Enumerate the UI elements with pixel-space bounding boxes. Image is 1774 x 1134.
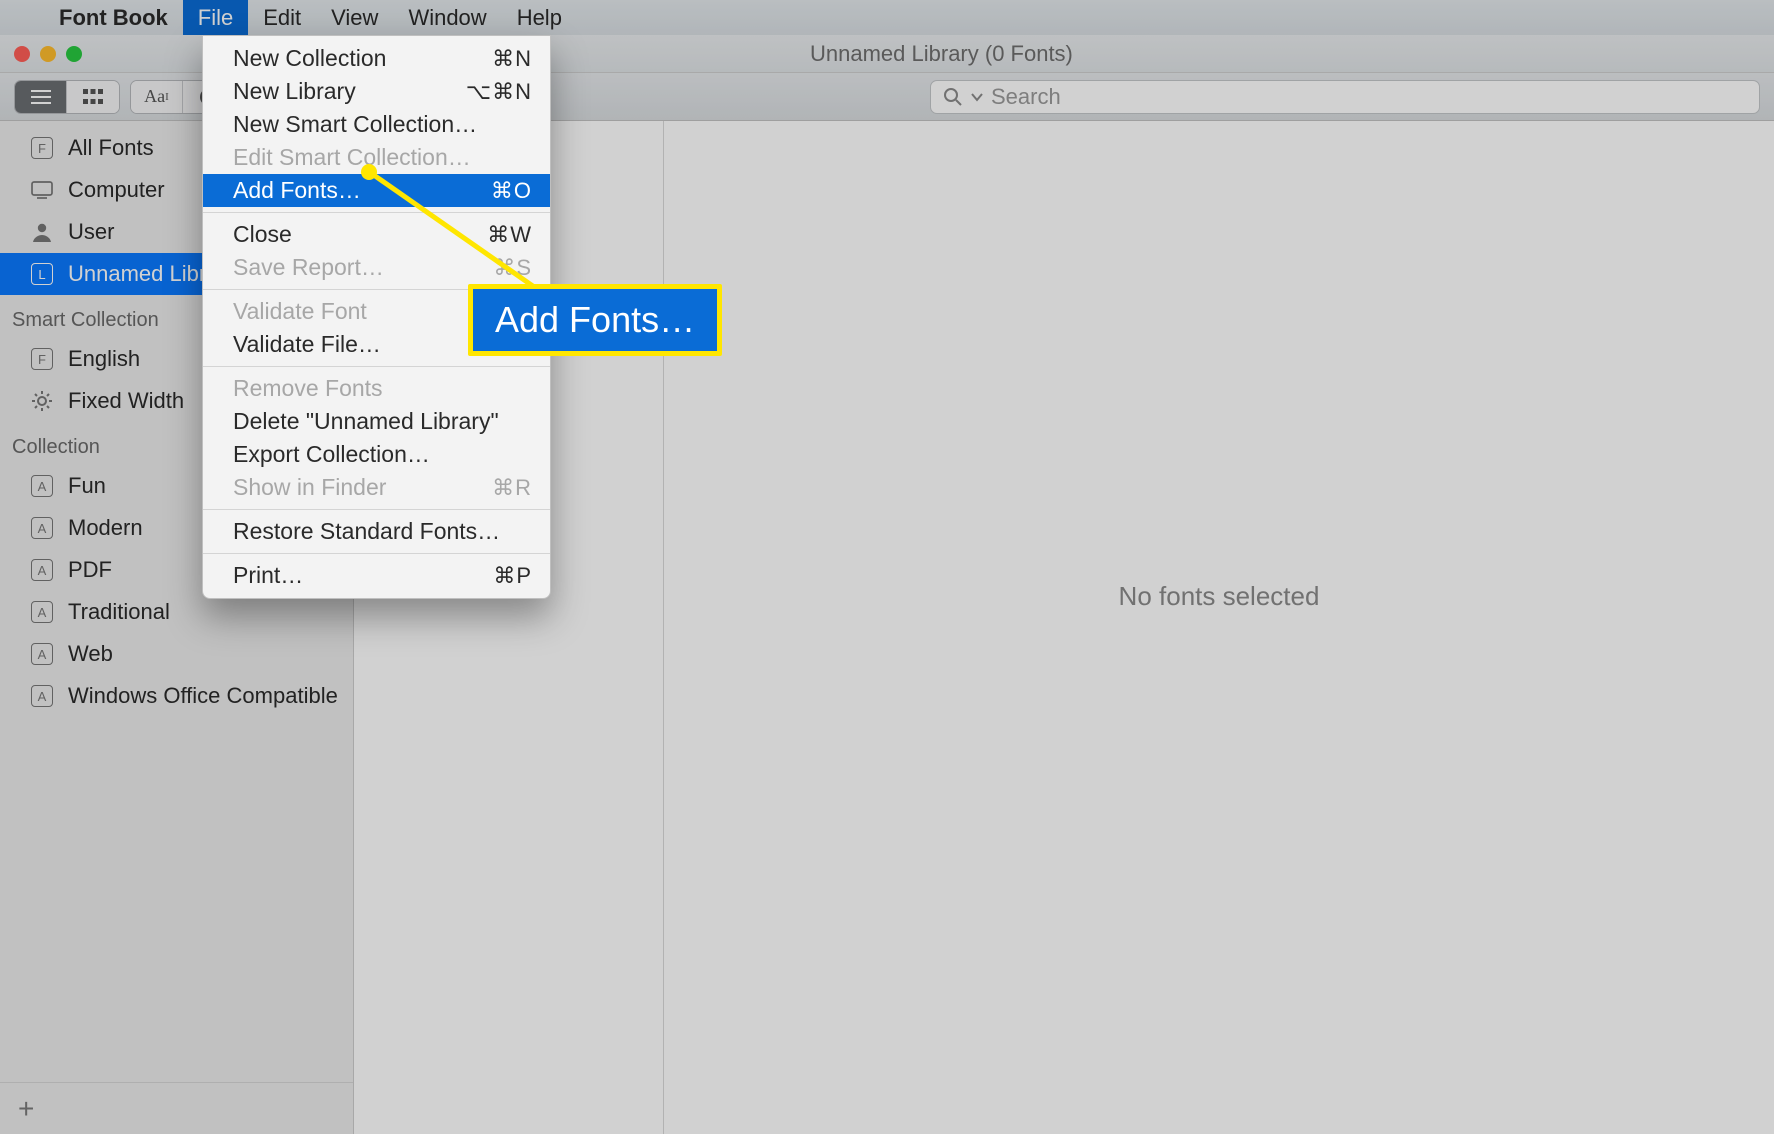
sidebar-item-windows-office[interactable]: A Windows Office Compatible: [0, 675, 353, 717]
menu-item-new-library[interactable]: New Library ⌥⌘N: [203, 75, 550, 108]
preview-column: No fonts selected: [664, 121, 1774, 1134]
window-controls: [14, 46, 82, 62]
menu-item-label: Delete "Unnamed Library": [233, 408, 499, 435]
callout-dot: [361, 164, 377, 180]
menu-item-export-collection[interactable]: Export Collection…: [203, 438, 550, 471]
menu-item-label: Show in Finder: [233, 474, 386, 501]
menu-window[interactable]: Window: [393, 0, 501, 35]
menu-item-show-in-finder: Show in Finder ⌘R: [203, 471, 550, 504]
menu-app-name[interactable]: Font Book: [44, 0, 183, 35]
sidebar-item-label: Traditional: [68, 599, 170, 625]
menu-separator: [203, 553, 550, 554]
sidebar-item-label: Computer: [68, 177, 165, 203]
menu-item-add-fonts[interactable]: Add Fonts… ⌘O: [203, 174, 550, 207]
collection-icon: A: [28, 685, 56, 707]
minimize-button[interactable]: [40, 46, 56, 62]
menubar: Font Book File Edit View Window Help: [0, 0, 1774, 35]
sidebar-item-label: Web: [68, 641, 113, 667]
collection-icon: A: [28, 643, 56, 665]
callout-add-fonts: Add Fonts…: [468, 284, 722, 356]
menu-separator: [203, 366, 550, 367]
menu-item-label: Edit Smart Collection…: [233, 144, 471, 171]
sidebar-item-label: English: [68, 346, 140, 372]
menu-item-label: New Smart Collection…: [233, 111, 477, 138]
sidebar-item-label: Windows Office Compatible: [68, 683, 338, 709]
menu-item-new-smart-collection[interactable]: New Smart Collection…: [203, 108, 550, 141]
menu-item-shortcut: ⌘N: [492, 46, 532, 72]
search-input[interactable]: [991, 84, 1747, 110]
sidebar-item-web[interactable]: A Web: [0, 633, 353, 675]
menu-item-label: Save Report…: [233, 254, 384, 281]
view-grid-button[interactable]: [67, 81, 119, 113]
collection-icon: A: [28, 559, 56, 581]
menu-item-new-collection[interactable]: New Collection ⌘N: [203, 42, 550, 75]
sidebar-item-label: PDF: [68, 557, 112, 583]
menu-separator: [203, 509, 550, 510]
search-field[interactable]: [930, 80, 1760, 114]
menu-item-label: Validate Font: [233, 298, 367, 325]
all-fonts-icon: F: [28, 137, 56, 159]
menu-item-label: Print…: [233, 562, 303, 589]
search-icon: [943, 87, 963, 107]
menu-item-shortcut: ⌘R: [492, 475, 532, 501]
menu-edit[interactable]: Edit: [248, 0, 316, 35]
menu-item-close[interactable]: Close ⌘W: [203, 218, 550, 251]
add-button[interactable]: +: [18, 1093, 34, 1125]
collection-icon: A: [28, 475, 56, 497]
menu-item-shortcut: ⌘P: [493, 563, 532, 589]
menu-item-label: Close: [233, 221, 292, 248]
menu-file[interactable]: File: [183, 0, 248, 35]
menu-help[interactable]: Help: [502, 0, 577, 35]
sidebar-item-label: All Fonts: [68, 135, 154, 161]
sidebar-item-label: User: [68, 219, 114, 245]
computer-icon: [28, 180, 56, 200]
sidebar-item-label: Modern: [68, 515, 143, 541]
fullscreen-button[interactable]: [66, 46, 82, 62]
menu-item-remove-fonts: Remove Fonts: [203, 372, 550, 405]
menu-item-shortcut: ⌘O: [491, 178, 532, 204]
library-icon: L: [28, 263, 56, 285]
menu-separator: [203, 212, 550, 213]
menu-item-restore-standard-fonts[interactable]: Restore Standard Fonts…: [203, 515, 550, 548]
window-title: Unnamed Library (0 Fonts): [810, 41, 1073, 67]
view-list-button[interactable]: [15, 81, 67, 113]
preview-empty-text: No fonts selected: [1119, 581, 1320, 612]
sidebar-footer: +: [0, 1082, 353, 1134]
menu-item-label: Validate File…: [233, 331, 381, 358]
collection-icon: A: [28, 601, 56, 623]
person-icon: [28, 221, 56, 243]
menu-item-label: New Collection: [233, 45, 386, 72]
menu-item-shortcut: ⌘W: [487, 222, 532, 248]
menu-item-shortcut: ⌥⌘N: [466, 79, 532, 105]
menu-item-label: Add Fonts…: [233, 177, 361, 204]
menu-item-label: New Library: [233, 78, 356, 105]
chevron-down-icon[interactable]: [971, 91, 983, 103]
menu-item-print[interactable]: Print… ⌘P: [203, 559, 550, 592]
close-button[interactable]: [14, 46, 30, 62]
gear-icon: [28, 390, 56, 412]
menu-item-label: Restore Standard Fonts…: [233, 518, 500, 545]
menu-item-label: Export Collection…: [233, 441, 430, 468]
sidebar-item-label: Fixed Width: [68, 388, 184, 414]
smart-icon: F: [28, 348, 56, 370]
sidebar-item-label: Fun: [68, 473, 106, 499]
menu-view[interactable]: View: [316, 0, 393, 35]
menu-item-shortcut: ⌘S: [493, 255, 532, 281]
preview-sample-button[interactable]: AaI: [131, 81, 183, 113]
menu-item-save-report: Save Report… ⌘S: [203, 251, 550, 284]
menu-item-delete-unnamed-library[interactable]: Delete "Unnamed Library": [203, 405, 550, 438]
menu-item-label: Remove Fonts: [233, 375, 383, 402]
view-mode-segment: [14, 80, 120, 114]
collection-icon: A: [28, 517, 56, 539]
